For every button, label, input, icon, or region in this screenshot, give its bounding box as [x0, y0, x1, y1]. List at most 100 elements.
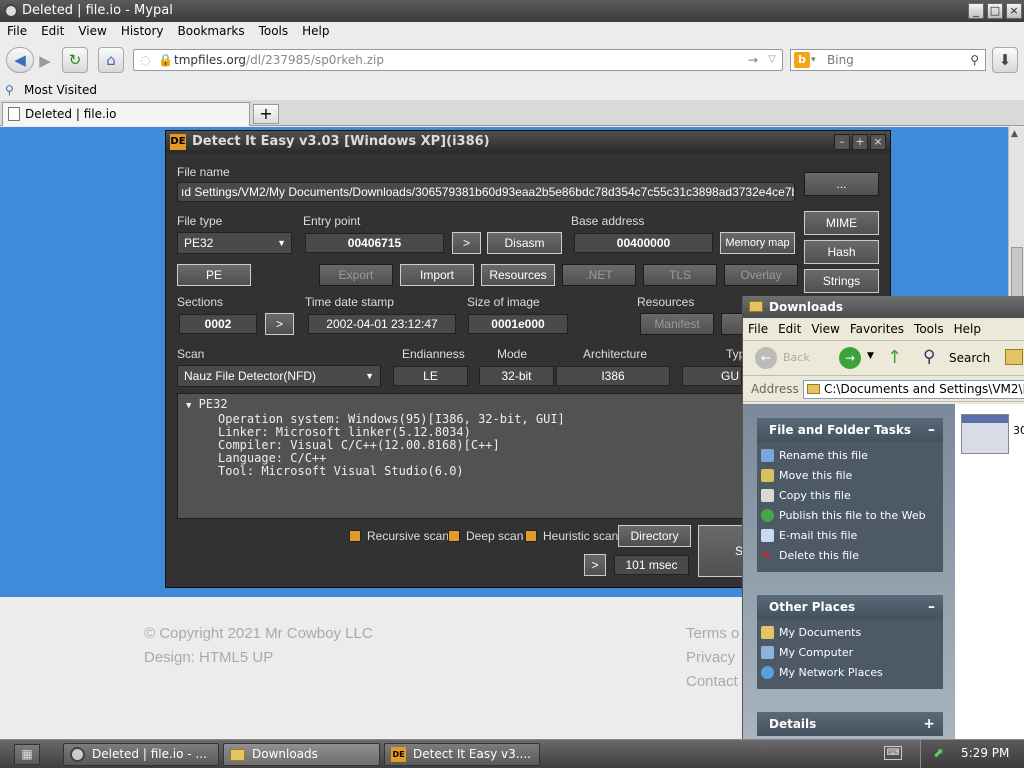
directory-button[interactable]: Directory	[618, 525, 691, 547]
bing-icon[interactable]: b	[794, 52, 810, 68]
footer-design[interactable]: Design: HTML5 UP	[144, 649, 273, 666]
url-dropdown-icon[interactable]: ▽	[768, 50, 776, 70]
manifest-button[interactable]: Manifest	[640, 313, 714, 335]
memory-map-button[interactable]: Memory map	[720, 232, 795, 254]
xp-back-icon[interactable]: ←	[755, 347, 777, 369]
hash-button[interactable]: Hash	[804, 240, 879, 264]
taskbar-item-downloads[interactable]: Downloads	[223, 743, 380, 766]
recursive-scan-checkbox[interactable]	[349, 530, 361, 542]
go-arrow-icon[interactable]: →	[748, 50, 758, 70]
xp-search-label[interactable]: Search	[949, 351, 990, 365]
search-engine-dropdown-icon[interactable]: ▾	[811, 50, 816, 70]
info-arrow-button[interactable]: >	[584, 554, 606, 576]
scan-result-tree[interactable]: ▼ PE32 Operation system: Windows(95)[I38…	[177, 393, 757, 519]
new-tab-button[interactable]: +	[253, 104, 279, 124]
minimize-icon[interactable]: _	[968, 3, 984, 19]
expand-icon[interactable]: +	[923, 712, 935, 736]
xp-search-icon[interactable]: ⚲	[923, 347, 935, 367]
reload-icon[interactable]: ↻	[62, 47, 88, 73]
overlay-button[interactable]: Overlay	[724, 264, 798, 286]
xp-forward-dropdown-icon[interactable]: ▼	[867, 351, 874, 361]
taskbar-item-browser[interactable]: Deleted | file.io - ...	[63, 743, 219, 766]
footer-link-privacy[interactable]: Privacy	[686, 649, 735, 666]
menu-bookmarks[interactable]: Bookmarks	[171, 22, 252, 40]
xp-up-folder-icon[interactable]: ↑	[887, 347, 902, 368]
xp-menu-tools[interactable]: Tools	[909, 318, 949, 340]
clock[interactable]: 5:29 PM	[961, 746, 1009, 760]
xp-forward-icon[interactable]: →	[839, 347, 861, 369]
scroll-up-icon[interactable]: ▲	[1011, 129, 1018, 139]
strings-button[interactable]: Strings	[804, 269, 879, 293]
footer-link-contact[interactable]: Contact	[686, 673, 738, 690]
die-maximize-icon[interactable]: +	[852, 134, 868, 150]
place-my-computer[interactable]: My Computer	[757, 643, 943, 663]
menu-help[interactable]: Help	[295, 22, 336, 40]
file-thumbnail[interactable]	[961, 414, 1009, 454]
download-icon[interactable]: ⬇	[992, 47, 1018, 73]
sections-arrow-button[interactable]: >	[265, 313, 294, 335]
footer-link-terms[interactable]: Terms o	[686, 625, 739, 642]
file-folder-tasks-header[interactable]: File and Folder Tasks –	[757, 418, 943, 442]
menu-file[interactable]: File	[0, 22, 34, 40]
search-input[interactable]: b ▾ Bing ⚲	[790, 49, 986, 71]
file-name-field[interactable]: ıd Settings/VM2/My Documents/Downloads/3…	[177, 182, 795, 202]
task-email[interactable]: E-mail this file	[757, 526, 943, 546]
close-icon[interactable]: ×	[1006, 3, 1022, 19]
file-type-select[interactable]: PE32 ▼	[177, 232, 292, 254]
import-button[interactable]: Import	[400, 264, 474, 286]
search-icon[interactable]: ⚲	[970, 50, 979, 70]
browse-button[interactable]: ...	[804, 172, 879, 196]
keyboard-icon[interactable]: ⌨	[884, 746, 902, 760]
task-delete[interactable]: ✕ Delete this file	[757, 546, 943, 566]
details-header[interactable]: Details +	[757, 712, 943, 736]
scan-button[interactable]: S	[698, 525, 748, 577]
forward-icon[interactable]: ▶	[36, 49, 54, 71]
scroll-thumb[interactable]	[1011, 247, 1023, 297]
net-button[interactable]: .NET	[562, 264, 636, 286]
task-rename[interactable]: Rename this file	[757, 446, 943, 466]
task-move[interactable]: Move this file	[757, 466, 943, 486]
deep-scan-checkbox[interactable]	[448, 530, 460, 542]
tab-deleted-file-io[interactable]: Deleted | file.io	[2, 102, 250, 126]
menu-edit[interactable]: Edit	[34, 22, 71, 40]
mime-button[interactable]: MIME	[804, 211, 879, 235]
xp-folders-icon[interactable]	[1005, 349, 1023, 365]
network-tray-icon[interactable]: ⬈	[933, 746, 944, 761]
menu-history[interactable]: History	[114, 22, 171, 40]
place-my-documents[interactable]: My Documents	[757, 623, 943, 643]
resources-button[interactable]: Resources	[481, 264, 555, 286]
file-name-partial[interactable]: 30	[1013, 424, 1024, 437]
heuristic-scan-checkbox[interactable]	[525, 530, 537, 542]
collapse-arrow-icon[interactable]: ▼	[186, 401, 191, 411]
xp-back-label[interactable]: Back	[783, 351, 810, 364]
collapse-icon[interactable]: –	[928, 418, 935, 442]
back-icon[interactable]: ◀	[6, 47, 34, 73]
task-publish[interactable]: Publish this file to the Web	[757, 506, 943, 526]
tls-button[interactable]: TLS	[643, 264, 717, 286]
xp-menu-help[interactable]: Help	[949, 318, 986, 340]
other-places-header[interactable]: Other Places –	[757, 595, 943, 619]
entry-point-arrow-button[interactable]: >	[452, 232, 481, 254]
explorer-file-view[interactable]: 30	[955, 404, 1024, 740]
address-input[interactable]: C:\Documents and Settings\VM2\M	[803, 380, 1024, 399]
maximize-icon[interactable]: □	[987, 3, 1003, 19]
menu-tools[interactable]: Tools	[252, 22, 296, 40]
site-identity-icon[interactable]: ◌	[140, 50, 150, 70]
xp-menu-edit[interactable]: Edit	[773, 318, 806, 340]
taskbar-item-die[interactable]: DE Detect It Easy v3....	[384, 743, 540, 766]
menu-view[interactable]: View	[71, 22, 113, 40]
task-copy[interactable]: Copy this file	[757, 486, 943, 506]
scan-engine-select[interactable]: Nauz File Detector(NFD) ▼	[177, 365, 381, 387]
die-minimize-icon[interactable]: –	[834, 134, 850, 150]
xp-menu-favorites[interactable]: Favorites	[845, 318, 909, 340]
url-bar[interactable]: ◌ 🔒 tmpfiles.org/dl/237985/sp0rkeh.zip →…	[133, 49, 783, 71]
result-root[interactable]: ▼ PE32	[186, 398, 748, 413]
bookmark-most-visited[interactable]: Most Visited	[24, 83, 97, 97]
xp-menu-view[interactable]: View	[806, 318, 844, 340]
collapse-icon[interactable]: –	[928, 595, 935, 619]
start-menu-icon[interactable]: ▦	[14, 744, 40, 765]
pe-button[interactable]: PE	[177, 264, 251, 286]
disasm-button[interactable]: Disasm	[487, 232, 562, 254]
scan-chevron-down-icon[interactable]: ▼	[365, 366, 374, 386]
place-my-network[interactable]: My Network Places	[757, 663, 943, 683]
